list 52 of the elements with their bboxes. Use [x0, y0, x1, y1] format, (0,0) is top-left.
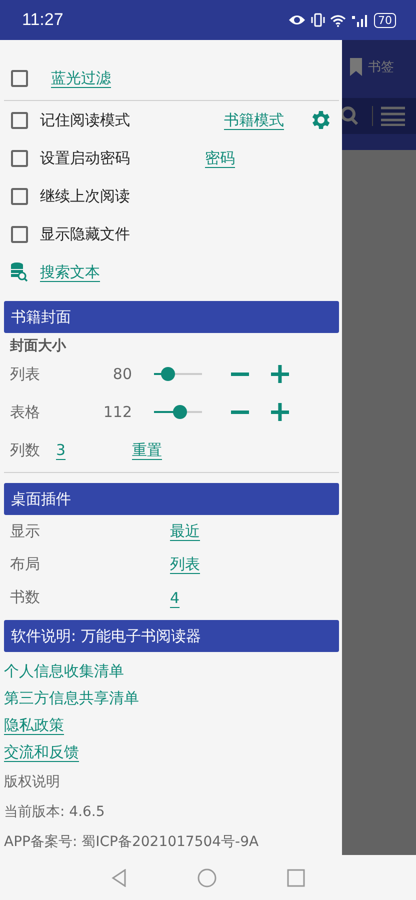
option-label: 设置启动密码 — [40, 148, 131, 168]
info-text: APP备案号: 蜀ICP备2021017504号-9A — [4, 833, 260, 852]
info-text: 版权说明 — [4, 773, 61, 792]
slider-value: 80 — [112, 365, 132, 383]
slider-value: 112 — [102, 403, 132, 421]
slider-label: 列表 — [10, 364, 41, 384]
filter-link[interactable]: 蓝光过滤 — [51, 68, 111, 88]
bookmark-icon — [350, 58, 362, 76]
option-label: 继续上次阅读 — [40, 186, 131, 206]
cover-size-label: 封面大小 — [9, 337, 68, 355]
widget-setting-link[interactable]: 4 — [170, 588, 180, 606]
info-text: 当前版本: 4.6.5 — [4, 803, 106, 822]
section-header: 书籍封面 — [4, 301, 339, 333]
option-link[interactable]: 密码 — [205, 148, 235, 168]
option-label: 显示隐藏文件 — [40, 224, 131, 244]
back-icon[interactable] — [111, 868, 127, 886]
widget-setting-label: 书数 — [10, 588, 41, 607]
signal-icon — [351, 14, 369, 26]
bookmark-button[interactable]: 书签 — [350, 58, 416, 76]
vibrate-icon — [311, 13, 325, 27]
slider-label: 表格 — [10, 402, 41, 422]
about-link[interactable]: 个人信息收集清单 — [4, 660, 124, 682]
checkbox[interactable] — [11, 188, 28, 204]
reset-link[interactable]: 重置 — [132, 440, 162, 460]
checkbox[interactable] — [11, 112, 28, 128]
widget-setting-link[interactable]: 最近 — [170, 522, 200, 541]
checkbox[interactable] — [11, 70, 28, 86]
recents-icon[interactable] — [287, 868, 305, 886]
eye-icon — [288, 14, 306, 26]
section-header: 软件说明: 万能电子书阅读器 — [4, 620, 339, 652]
database-search-icon — [10, 262, 28, 282]
widget-setting-link[interactable]: 列表 — [170, 555, 200, 574]
widget-setting-label: 显示 — [10, 522, 41, 541]
search-text-link[interactable]: 搜索文本 — [40, 262, 100, 282]
checkbox[interactable] — [11, 150, 28, 166]
checkbox[interactable] — [11, 226, 28, 242]
columns-label: 列数 — [10, 440, 41, 460]
home-icon[interactable] — [197, 868, 217, 888]
battery-indicator: 70 — [374, 12, 396, 28]
section-header: 桌面插件 — [4, 483, 339, 515]
about-link[interactable]: 交流和反馈 — [4, 741, 79, 763]
status-time: 11:27 — [22, 10, 64, 30]
option-label: 记住阅读模式 — [40, 110, 131, 130]
option-link[interactable]: 书籍模式 — [224, 110, 284, 130]
plus-icon[interactable] — [270, 364, 290, 384]
plus-icon[interactable] — [270, 402, 290, 422]
about-link[interactable]: 隐私政策 — [4, 714, 64, 736]
widget-setting-label: 布局 — [10, 555, 41, 574]
menu-icon[interactable] — [372, 106, 405, 126]
about-link[interactable]: 第三方信息共享清单 — [4, 687, 139, 709]
wifi-icon — [330, 14, 346, 26]
columns-value-link[interactable]: 3 — [56, 441, 132, 459]
